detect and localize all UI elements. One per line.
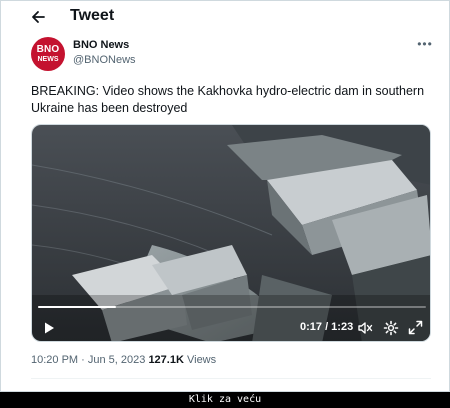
views-count: 127.1K <box>148 354 184 366</box>
fullscreen-button[interactable] <box>408 320 423 335</box>
fullscreen-icon <box>408 320 423 335</box>
play-icon <box>45 322 54 334</box>
tweet-text: BREAKING: Video shows the Kakhovka hydro… <box>31 84 425 115</box>
video-player[interactable]: 0:17 / 1:23 <box>31 124 431 342</box>
more-options-button[interactable]: ••• <box>415 37 435 53</box>
divider <box>31 378 431 379</box>
meta-separator: · <box>78 354 88 366</box>
avatar-text-top: BNO <box>36 44 60 55</box>
enlarge-caption-link[interactable]: Klik za veću <box>0 392 450 408</box>
tweet-time[interactable]: 10:20 PM <box>31 354 78 366</box>
back-button[interactable] <box>25 4 51 30</box>
tweet-date[interactable]: Jun 5, 2023 <box>88 354 146 366</box>
video-progress-bar[interactable] <box>38 306 426 308</box>
author-row: BNO NEWS BNO News @BNONews ••• <box>31 37 435 73</box>
mute-icon <box>358 322 373 334</box>
avatar[interactable]: BNO NEWS <box>31 37 65 71</box>
more-icon: ••• <box>417 37 433 51</box>
mute-button[interactable] <box>357 320 373 336</box>
play-button[interactable] <box>42 321 56 335</box>
video-time: 0:17 / 1:23 <box>300 321 354 333</box>
views-label: Views <box>186 354 217 366</box>
settings-button[interactable] <box>383 320 399 336</box>
avatar-text-bottom: NEWS <box>37 56 59 63</box>
author-name[interactable]: BNO News <box>73 39 129 51</box>
tweet-header: Tweet <box>1 1 449 33</box>
video-controls: 0:17 / 1:23 <box>32 303 430 341</box>
gear-icon <box>383 320 399 336</box>
author-handle[interactable]: @BNONews <box>73 54 136 66</box>
video-progress-fill <box>38 306 116 308</box>
tweet-meta: 10:20 PM · Jun 5, 2023 127.1K Views <box>31 354 216 366</box>
tweet-page: Tweet BNO NEWS BNO News @BNONews ••• BRE… <box>0 0 450 392</box>
page-title: Tweet <box>70 7 115 24</box>
arrow-left-icon <box>32 11 45 23</box>
